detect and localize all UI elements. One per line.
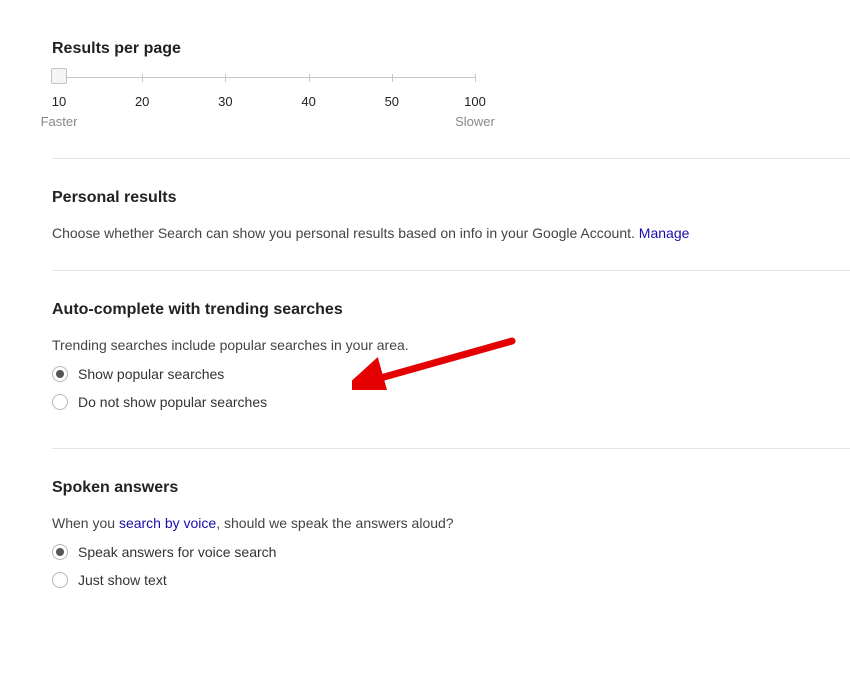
spoken-answers-heading: Spoken answers [52, 479, 850, 497]
spoken-answers-prefix: When you [52, 515, 119, 531]
slider-tick-label: 20 [135, 94, 149, 109]
radio-icon [52, 572, 68, 588]
results-per-page-slider[interactable]: 1020304050100 Faster Slower [52, 74, 482, 132]
spoken-answers-description: When you search by voice, should we spea… [52, 513, 850, 534]
slider-tick [142, 74, 143, 82]
personal-results-heading: Personal results [52, 189, 850, 207]
autocomplete-option-1[interactable]: Do not show popular searches [52, 394, 850, 410]
spoken-answers-suffix: , should we speak the answers aloud? [216, 515, 453, 531]
spoken-answers-radio-group: Speak answers for voice search Just show … [52, 544, 850, 588]
slider-tick-label: 100 [464, 94, 486, 109]
radio-icon [52, 394, 68, 410]
slider-tick [225, 74, 226, 82]
radio-label: Do not show popular searches [78, 394, 267, 410]
slider-tick-label: 10 [52, 94, 66, 109]
section-spoken-answers: Spoken answers When you search by voice,… [52, 449, 850, 626]
slider-tick [392, 74, 393, 82]
section-autocomplete: Auto-complete with trending searches Tre… [52, 271, 850, 448]
slider-slower-label: Slower [455, 114, 495, 129]
personal-results-description: Choose whether Search can show you perso… [52, 223, 850, 244]
spoken-option-1[interactable]: Just show text [52, 572, 850, 588]
autocomplete-option-0[interactable]: Show popular searches [52, 366, 850, 382]
radio-icon [52, 544, 68, 560]
slider-tick [309, 74, 310, 82]
radio-label: Just show text [78, 572, 167, 588]
autocomplete-description: Trending searches include popular search… [52, 335, 850, 356]
personal-results-text: Choose whether Search can show you perso… [52, 225, 639, 241]
autocomplete-heading: Auto-complete with trending searches [52, 301, 850, 319]
radio-icon [52, 366, 68, 382]
results-per-page-heading: Results per page [52, 40, 850, 58]
section-results-per-page: Results per page 1020304050100 Faster Sl… [52, 30, 850, 158]
section-personal-results: Personal results Choose whether Search c… [52, 159, 850, 270]
slider-faster-label: Faster [41, 114, 78, 129]
radio-label: Speak answers for voice search [78, 544, 276, 560]
slider-handle[interactable] [51, 68, 67, 84]
slider-tick-label: 30 [218, 94, 232, 109]
slider-tick-label: 40 [301, 94, 315, 109]
radio-label: Show popular searches [78, 366, 224, 382]
slider-tick [475, 74, 476, 82]
spoken-option-0[interactable]: Speak answers for voice search [52, 544, 850, 560]
slider-tick-label: 50 [385, 94, 399, 109]
search-by-voice-link[interactable]: search by voice [119, 515, 216, 531]
autocomplete-radio-group: Show popular searches Do not show popular… [52, 366, 850, 410]
personal-results-manage-link[interactable]: Manage [639, 225, 690, 241]
settings-panel: Results per page 1020304050100 Faster Sl… [52, 30, 850, 626]
